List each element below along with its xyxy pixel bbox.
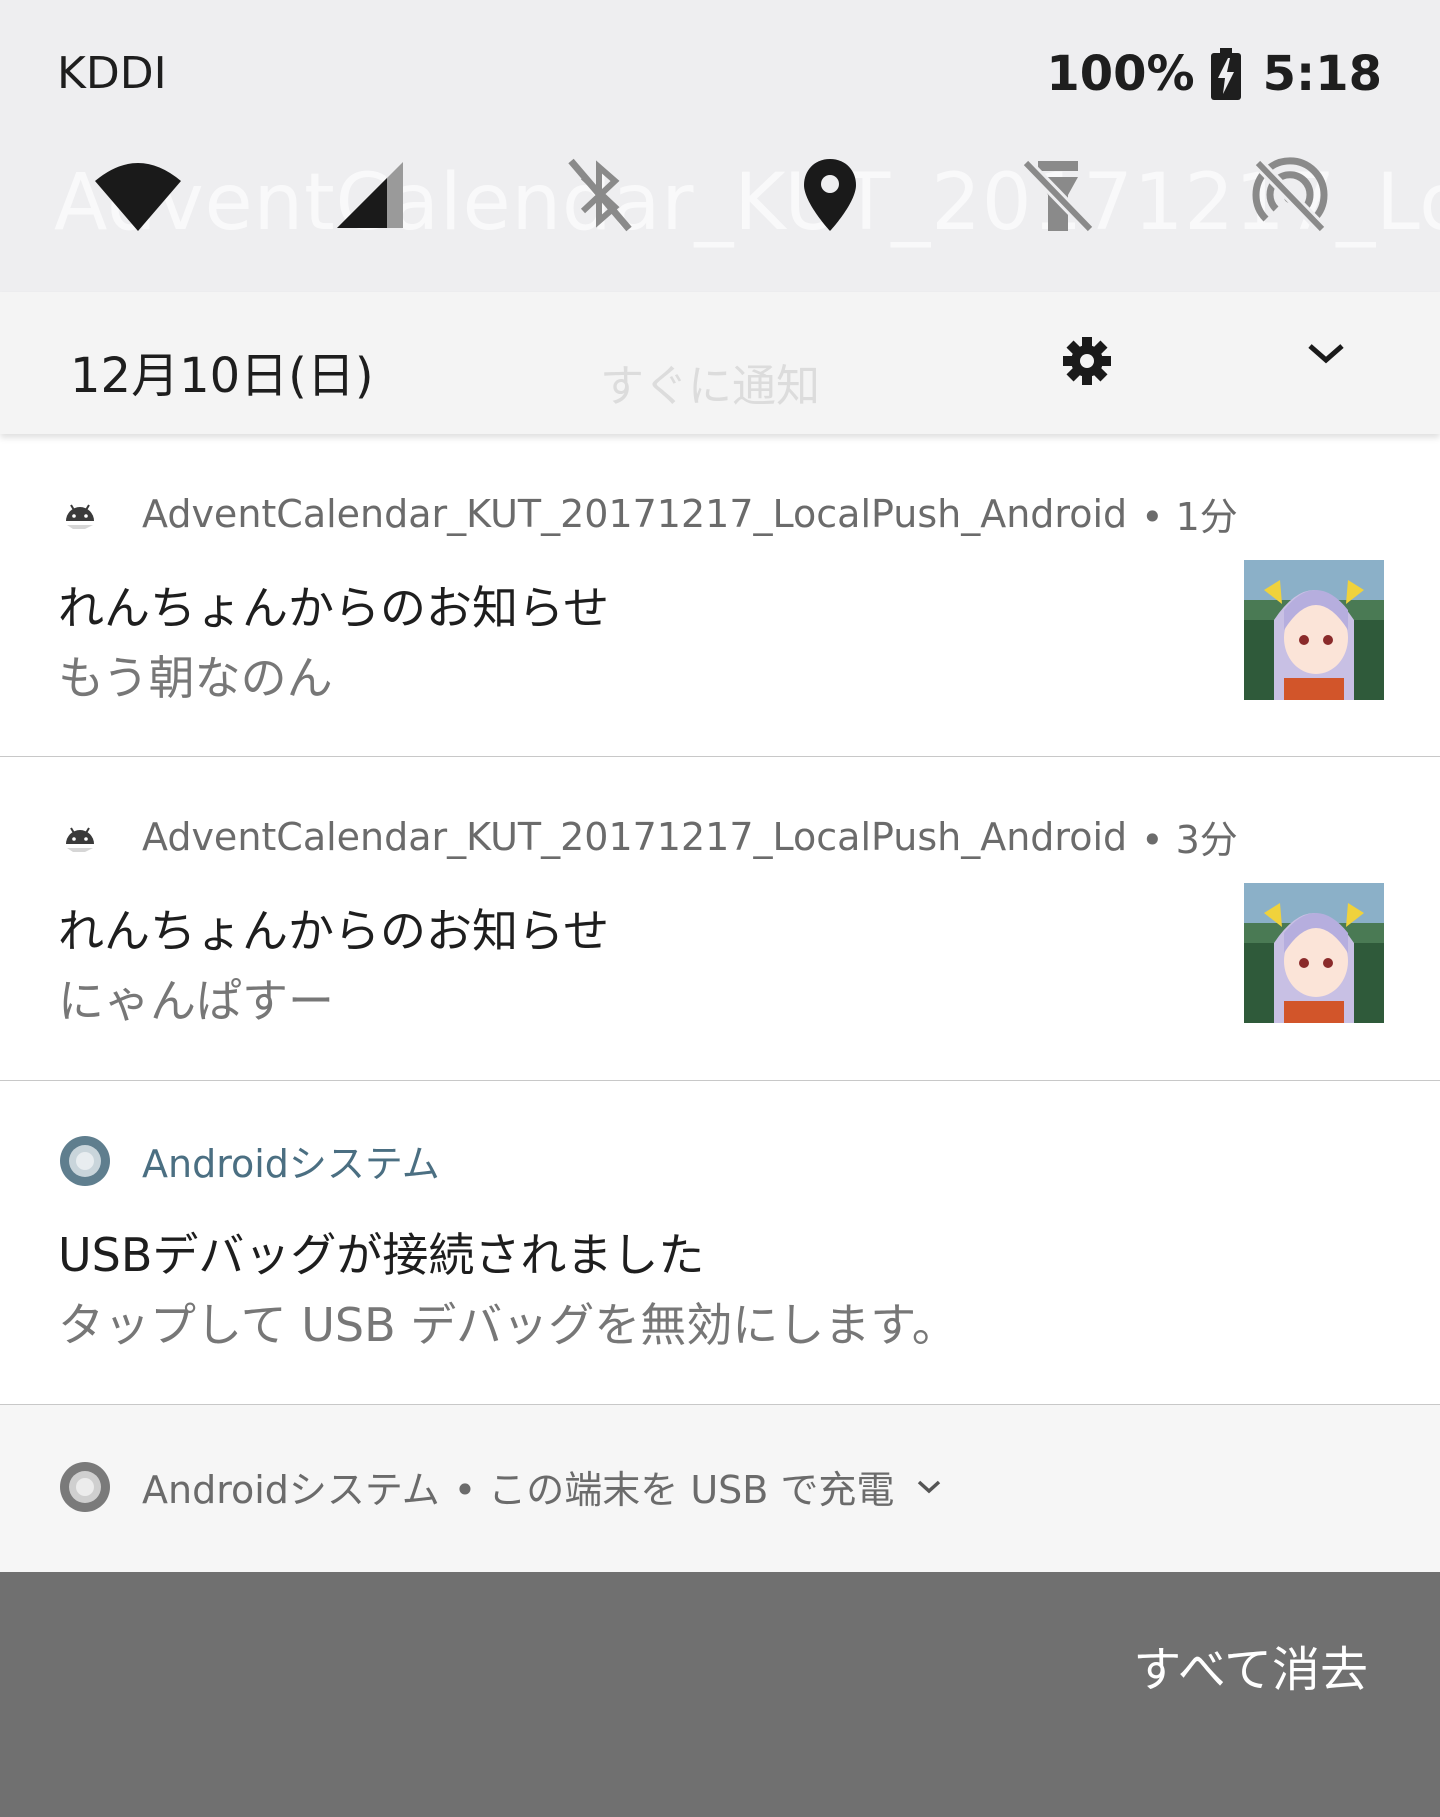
expand-chevron-icon[interactable] — [1306, 342, 1346, 370]
carrier-label: KDDI — [57, 48, 167, 99]
quick-tiles — [80, 150, 1360, 240]
notification-summary: • この端末を USB で充電 — [453, 1468, 895, 1512]
android-app-icon — [58, 815, 102, 859]
notification-text: にゃんぱすー — [58, 974, 334, 1028]
notification-app-name: AdventCalendar_KUT_20171217_LocalPush_An… — [142, 491, 1128, 536]
flashlight-off-icon[interactable] — [1008, 150, 1108, 240]
notification-title: れんちょんからのお知らせ — [58, 904, 610, 958]
notification-title: れんちょんからのお知らせ — [58, 581, 610, 635]
notification-card[interactable]: AdventCalendar_KUT_20171217_LocalPush_An… — [0, 434, 1440, 757]
battery-percent: 100% — [1046, 46, 1195, 102]
notification-card[interactable]: AdventCalendar_KUT_20171217_LocalPush_An… — [0, 757, 1440, 1081]
notification-thumbnail-image — [1244, 560, 1384, 700]
expand-chevron-icon[interactable] — [916, 1479, 942, 1495]
notification-text: タップして USB デバッグを無効にします。 — [58, 1298, 958, 1352]
notification-card[interactable]: Androidシステム USBデバッグが接続されました タップして USB デバ… — [0, 1081, 1440, 1405]
clock: 5:18 — [1262, 46, 1382, 102]
status-right: 100% 5:18 — [1046, 46, 1382, 102]
notification-app-name: AdventCalendar_KUT_20171217_LocalPush_An… — [142, 814, 1128, 859]
clear-all-button[interactable]: すべて消去 — [1133, 1630, 1368, 1700]
android-system-icon — [58, 1460, 112, 1514]
notification-header: Androidシステム • この端末を USB で充電 — [58, 1459, 942, 1514]
ghost-notification-subtitle: すぐに通知 — [600, 361, 820, 412]
notification-header: Androidシステム — [58, 1133, 440, 1188]
notification-app-name: Androidシステム — [142, 1468, 440, 1512]
notification-time: • 3分 — [1141, 818, 1238, 862]
notification-header: AdventCalendar_KUT_20171217_LocalPush_An… — [58, 809, 1238, 864]
settings-gear-icon[interactable] — [1062, 336, 1112, 390]
notification-header: AdventCalendar_KUT_20171217_LocalPush_An… — [58, 486, 1238, 541]
android-system-icon — [58, 1134, 112, 1188]
notification-title: USBデバッグが接続されました — [58, 1228, 705, 1282]
hotspot-off-icon[interactable] — [1240, 150, 1340, 240]
location-icon[interactable] — [780, 150, 880, 240]
battery-charging-icon — [1210, 48, 1241, 100]
wifi-icon[interactable] — [88, 150, 188, 240]
notification-time: • 1分 — [1141, 495, 1238, 539]
android-app-icon — [58, 492, 102, 536]
quick-settings-panel: AdventCalendar_KUT_20171217_Local KDDI 1… — [0, 0, 1440, 292]
cell-signal-icon[interactable] — [320, 150, 420, 240]
date-label: 12月10日(日) — [70, 348, 374, 404]
notification-thumbnail-image — [1244, 883, 1384, 1023]
notification-app-name: Androidシステム — [142, 1142, 440, 1186]
collapsed-notification[interactable]: Androidシステム • この端末を USB で充電 — [0, 1405, 1440, 1572]
bluetooth-off-icon[interactable] — [550, 150, 650, 240]
notification-text: もう朝なのん — [58, 651, 333, 705]
